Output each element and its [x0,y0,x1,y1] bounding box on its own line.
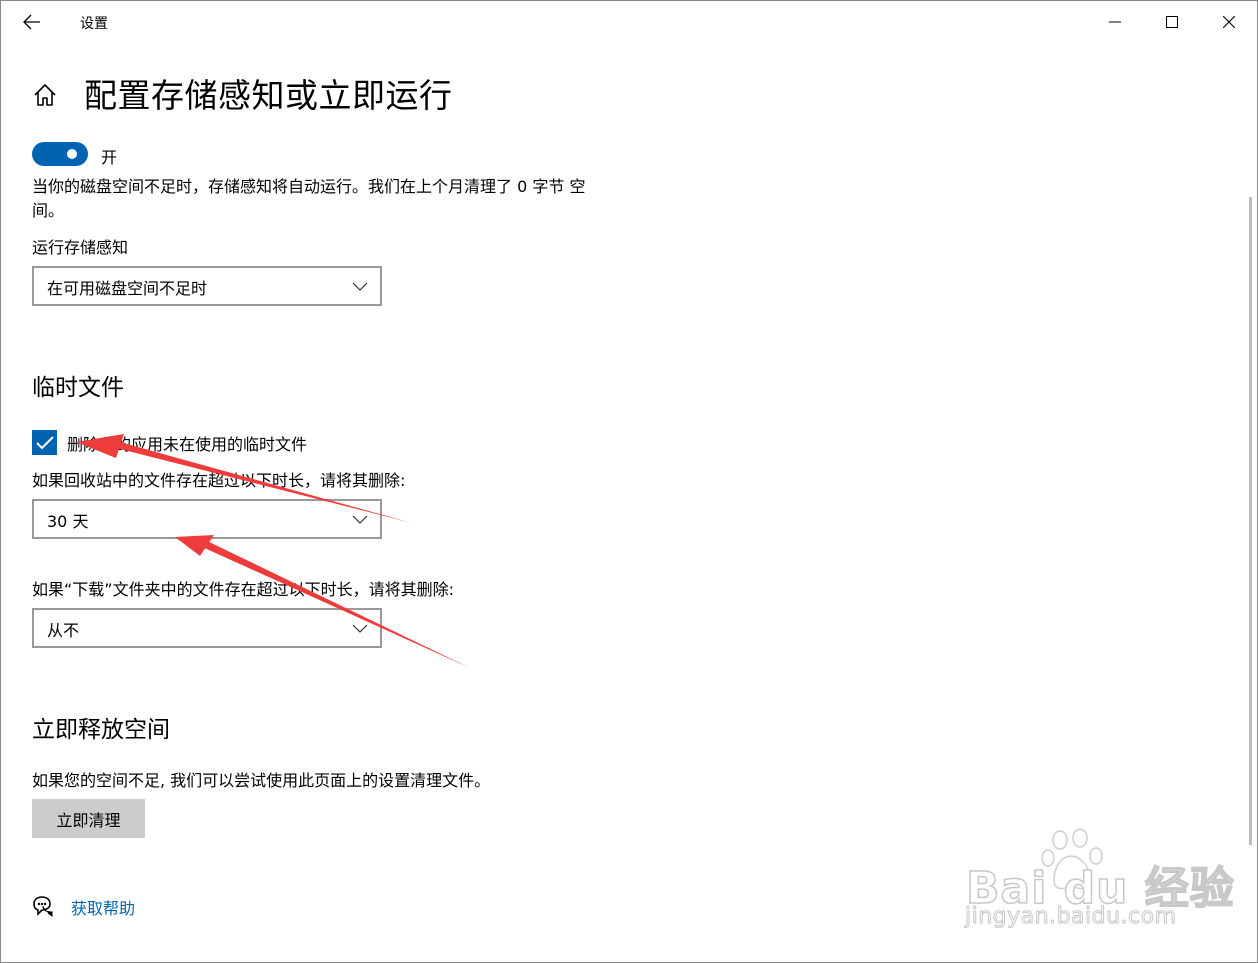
scrollbar[interactable] [1249,197,1252,845]
close-icon [1223,16,1235,28]
get-help-link[interactable]: 获取帮助 [71,895,135,919]
back-button[interactable] [13,7,51,37]
toggle-knob [67,149,77,159]
recycle-bin-dropdown[interactable]: 30 天 [32,499,382,539]
help-chat-icon [33,896,53,917]
run-storage-sense-label: 运行存储感知 [32,238,129,257]
dropdown-value: 在可用磁盘空间不足时 [47,279,208,298]
chevron-down-icon [352,624,368,633]
checkmark-icon [35,435,54,449]
downloads-dropdown[interactable]: 从不 [32,608,382,648]
run-storage-sense-dropdown[interactable]: 在可用磁盘空间不足时 [32,266,382,306]
minimize-button[interactable] [1095,7,1135,37]
delete-temp-files-checkbox[interactable] [32,430,57,455]
recycle-bin-label: 如果回收站中的文件存在超过以下时长，请将其删除: [32,471,406,490]
storage-sense-description: 当你的磁盘空间不足时，存储感知将自动运行。我们在上个月清理了 0 字节 空间。 [32,177,586,220]
back-arrow-icon [23,14,40,30]
delete-temp-files-label: 删除我的应用未在使用的临时文件 [67,435,308,454]
storage-sense-toggle[interactable] [32,142,88,166]
dropdown-value: 从不 [47,621,80,640]
watermark-url: jingyan.baidu.com [965,904,1177,930]
settings-window: 设置 配置存储感知或立即运行 开 当你的磁盘空间不足时，存储感知将自动运行。我们… [0,0,1258,963]
chevron-down-icon [352,282,368,291]
dropdown-value: 30 天 [47,512,89,531]
downloads-label: 如果“下载”文件夹中的文件存在超过以下时长，请将其删除: [32,580,454,599]
maximize-button[interactable] [1152,7,1192,37]
minimize-icon [1109,21,1121,23]
free-space-description: 如果您的空间不足, 我们可以尝试使用此页面上的设置清理文件。 [32,771,491,790]
temp-files-heading: 临时文件 [32,375,124,401]
close-button[interactable] [1209,7,1249,37]
title-bar: 设置 [1,1,1257,43]
window-title: 设置 [80,16,108,32]
page-title: 配置存储感知或立即运行 [84,76,453,115]
maximize-icon [1166,16,1178,28]
clean-now-button[interactable]: 立即清理 [32,799,145,838]
home-icon[interactable] [31,81,59,109]
toggle-label: 开 [101,148,118,167]
chevron-down-icon [352,515,368,524]
free-space-heading: 立即释放空间 [32,717,170,743]
